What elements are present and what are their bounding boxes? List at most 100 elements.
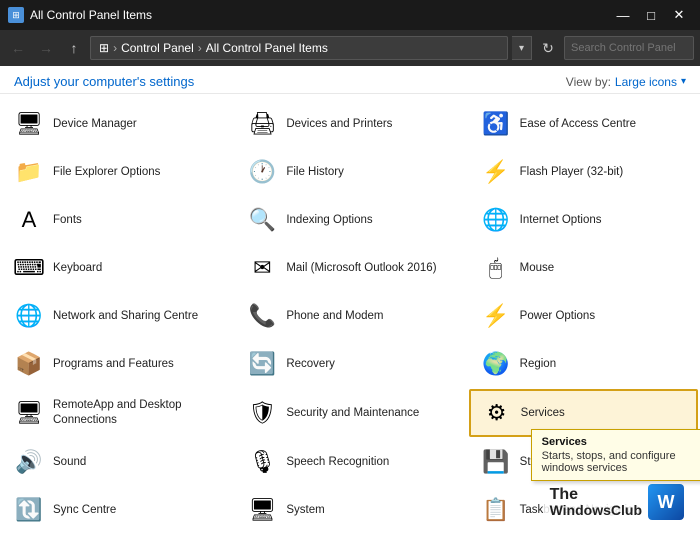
grid-item-remoteapp[interactable]: 🖥 RemoteApp and Desktop Connections [2,389,231,437]
grid-item-region[interactable]: 🌍 Region [469,341,698,387]
programs-features-icon: 📦 [13,348,45,380]
region-label: Region [520,357,556,372]
ease-access-icon: ♿ [480,108,512,140]
file-explorer-label: File Explorer Options [53,165,160,180]
minimize-button[interactable]: — [610,4,636,26]
watermark: The WindowsClub W [544,480,690,524]
watermark-logo: W [648,484,684,520]
grid-item-file-explorer[interactable]: 📁File Explorer Options [2,149,231,195]
internet-options-label: Internet Options [520,213,602,228]
flash-player-icon: ⚡ [480,156,512,188]
back-button[interactable]: ← [6,36,30,60]
mouse-label: Mouse [520,261,555,276]
title-bar-text: All Control Panel Items [30,8,604,22]
taskbar-navigation-icon: 📋 [480,494,512,526]
speech-recognition-label: Speech Recognition [286,455,389,470]
view-by-value[interactable]: Large icons [615,75,677,89]
path-control-panel[interactable]: Control Panel [121,41,194,55]
grid-item-mail[interactable]: ✉Mail (Microsoft Outlook 2016) [235,245,464,291]
remoteapp-label: RemoteApp and Desktop Connections [53,398,220,428]
grid-item-phone-modem[interactable]: 📞 Phone and Modem [235,293,464,339]
path-dropdown-arrow[interactable]: ▾ [512,36,532,60]
path-sep1: › [113,41,117,55]
main-content: Adjust your computer's settings View by:… [0,66,700,534]
programs-features-label: Programs and Features [53,357,174,372]
grid-item-system[interactable]: 🖥System [235,487,464,533]
services-icon: ⚙ [481,397,513,429]
path-all-items[interactable]: All Control Panel Items [206,41,328,55]
address-path: ⊞ › Control Panel › All Control Panel It… [90,36,508,60]
grid-item-ease-access[interactable]: ♿ Ease of Access Centre [469,101,698,147]
grid-item-file-history[interactable]: 🕐 File History [235,149,464,195]
storage-label: Storage [520,455,560,470]
security-maintenance-icon: 🛡 [246,397,278,429]
search-box[interactable]: 🔍 [564,36,694,60]
maximize-button[interactable]: □ [638,4,664,26]
storage-icon: 💾 [480,446,512,478]
refresh-button[interactable]: ↻ [536,36,560,60]
internet-options-icon: 🌐 [480,204,512,236]
grid-item-flash-player[interactable]: ⚡ Flash Player (32-bit) [469,149,698,195]
grid-item-programs-features[interactable]: 📦 Programs and Features [2,341,231,387]
path-icon: ⊞ [99,41,109,55]
grid-item-indexing-options[interactable]: 🔍 Indexing Options [235,197,464,243]
ease-access-label: Ease of Access Centre [520,117,636,132]
close-button[interactable]: ✕ [666,4,692,26]
path-sep2: › [198,41,202,55]
network-sharing-label: Network and Sharing Centre [53,309,198,324]
content-header: Adjust your computer's settings View by:… [0,66,700,94]
devices-printers-icon: 🖨 [246,108,278,140]
services-label: Services [521,406,565,421]
view-by-label: View by: [566,75,611,89]
grid-item-fonts[interactable]: A Fonts [2,197,231,243]
grid-item-device-manager[interactable]: 🖥Device Manager [2,101,231,147]
sync-centre-label: Sync Centre [53,503,116,518]
keyboard-icon: ⌨ [13,252,45,284]
grid-item-speech-recognition[interactable]: 🎙 Speech Recognition [235,439,464,485]
system-label: System [286,503,324,518]
indexing-options-label: Indexing Options [286,213,372,228]
up-button[interactable]: ↑ [62,36,86,60]
fonts-icon: A [13,204,45,236]
adjust-settings-text: Adjust your computer's settings [14,74,194,89]
recovery-icon: 🔄 [246,348,278,380]
watermark-line1: The [550,486,642,504]
grid-item-recovery[interactable]: 🔄Recovery [235,341,464,387]
file-history-label: File History [286,165,344,180]
flash-player-label: Flash Player (32-bit) [520,165,624,180]
grid-item-sync-centre[interactable]: 🔃 Sync Centre [2,487,231,533]
phone-modem-icon: 📞 [246,300,278,332]
grid-item-storage[interactable]: 💾 Storage [469,439,698,485]
view-by-arrow[interactable]: ▾ [681,76,686,87]
network-sharing-icon: 🌐 [13,300,45,332]
forward-button[interactable]: → [34,36,58,60]
grid-item-internet-options[interactable]: 🌐 Internet Options [469,197,698,243]
grid-item-sound[interactable]: 🔊 Sound [2,439,231,485]
fonts-label: Fonts [53,213,82,228]
sound-label: Sound [53,455,86,470]
mouse-icon: 🖱 [480,252,512,284]
grid-item-security-maintenance[interactable]: 🛡 Security and Maintenance [235,389,464,437]
title-bar: ⊞ All Control Panel Items — □ ✕ [0,0,700,30]
indexing-options-icon: 🔍 [246,204,278,236]
device-manager-icon: 🖥 [13,108,45,140]
grid-item-network-sharing[interactable]: 🌐 Network and Sharing Centre [2,293,231,339]
remoteapp-icon: 🖥 [13,397,45,429]
grid-item-services[interactable]: ⚙ServicesServicesStarts, stops, and conf… [469,389,698,437]
window-icon: ⊞ [8,7,24,23]
grid-item-power-options[interactable]: ⚡Power Options [469,293,698,339]
search-input[interactable] [571,42,700,54]
title-bar-controls: — □ ✕ [610,4,692,26]
grid-item-keyboard[interactable]: ⌨Keyboard [2,245,231,291]
security-maintenance-label: Security and Maintenance [286,406,419,421]
power-options-label: Power Options [520,309,595,324]
sync-centre-icon: 🔃 [13,494,45,526]
file-history-icon: 🕐 [246,156,278,188]
phone-modem-label: Phone and Modem [286,309,383,324]
grid-item-mouse[interactable]: 🖱 Mouse [469,245,698,291]
sound-icon: 🔊 [13,446,45,478]
region-icon: 🌍 [480,348,512,380]
grid-item-devices-printers[interactable]: 🖨Devices and Printers [235,101,464,147]
speech-recognition-icon: 🎙 [246,446,278,478]
window-icon-symbol: ⊞ [12,10,20,21]
